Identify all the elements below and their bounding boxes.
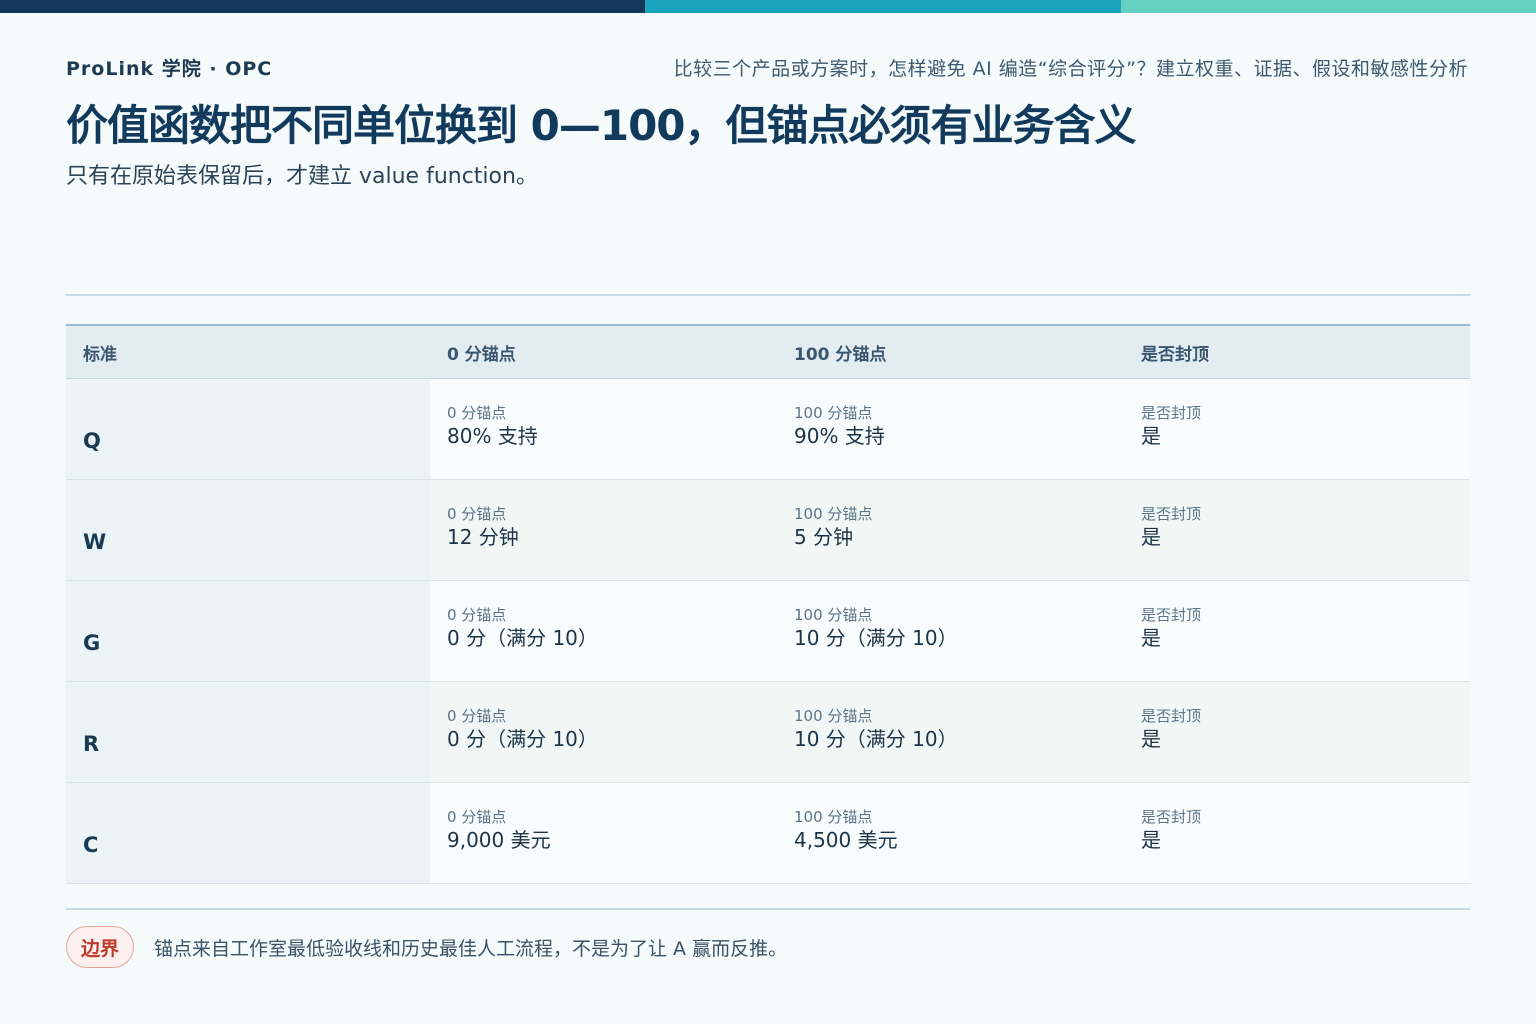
- row-cap-cell: 是否封顶 是: [1124, 682, 1470, 782]
- boundary-note: 边界 锚点来自工作室最低验收线和历史最佳人工流程，不是为了让 A 赢而反推。: [66, 926, 787, 968]
- cell-value: 10 分（满分 10）: [794, 626, 958, 650]
- cell-label: 100 分锚点: [794, 404, 873, 422]
- table-row: R 0 分锚点 0 分（满分 10） 100 分锚点 10 分（满分 10） 是…: [66, 682, 1470, 783]
- row-cap-cell: 是否封顶 是: [1124, 581, 1470, 681]
- anchor-table: 标准 0 分锚点 100 分锚点 是否封顶 Q 0 分锚点 80% 支持 100…: [66, 324, 1470, 884]
- cell-label: 0 分锚点: [447, 707, 507, 725]
- cell-label: 0 分锚点: [447, 808, 507, 826]
- cell-label: 0 分锚点: [447, 606, 507, 624]
- page-subtitle: 只有在原始表保留后，才建立 value function。: [66, 164, 538, 189]
- header-zero-anchor: 0 分锚点: [447, 344, 516, 365]
- row-criterion-key: Q: [66, 379, 430, 479]
- cell-value: 9,000 美元: [447, 828, 551, 852]
- header-hundred-anchor: 100 分锚点: [794, 344, 887, 365]
- table-row: Q 0 分锚点 80% 支持 100 分锚点 90% 支持 是否封顶 是: [66, 379, 1470, 480]
- cell-value: 4,500 美元: [794, 828, 898, 852]
- row-cap-cell: 是否封顶 是: [1124, 379, 1470, 479]
- cell-value: 0 分（满分 10）: [447, 626, 598, 650]
- row-zero-cell: 0 分锚点 0 分（满分 10）: [430, 682, 777, 782]
- row-hundred-cell: 100 分锚点 90% 支持: [777, 379, 1124, 479]
- cell-value: 90% 支持: [794, 424, 885, 448]
- row-criterion-key: C: [66, 783, 430, 883]
- cell-label: 100 分锚点: [794, 707, 873, 725]
- cell-label: 是否封顶: [1141, 606, 1202, 624]
- row-criterion-key: W: [66, 480, 430, 580]
- cell-value: 80% 支持: [447, 424, 538, 448]
- header-capped: 是否封顶: [1141, 344, 1209, 365]
- row-hundred-cell: 100 分锚点 4,500 美元: [777, 783, 1124, 883]
- header-criterion: 标准: [83, 344, 117, 365]
- row-hundred-cell: 100 分锚点 10 分（满分 10）: [777, 581, 1124, 681]
- cell-value: 12 分钟: [447, 525, 519, 549]
- boundary-text: 锚点来自工作室最低验收线和历史最佳人工流程，不是为了让 A 赢而反推。: [154, 937, 788, 960]
- cell-label: 0 分锚点: [447, 505, 507, 523]
- cell-value: 是: [1141, 727, 1161, 751]
- boundary-badge: 边界: [66, 926, 134, 968]
- row-cap-cell: 是否封顶 是: [1124, 480, 1470, 580]
- table-row: G 0 分锚点 0 分（满分 10） 100 分锚点 10 分（满分 10） 是…: [66, 581, 1470, 682]
- top-bar-segment-light: [1121, 0, 1536, 13]
- cell-value: 0 分（满分 10）: [447, 727, 598, 751]
- divider-bottom: [66, 908, 1470, 910]
- brand-label: ProLink 学院 · OPC: [66, 58, 273, 80]
- table-row: C 0 分锚点 9,000 美元 100 分锚点 4,500 美元 是否封顶 是: [66, 783, 1470, 884]
- cell-value: 是: [1141, 828, 1161, 852]
- cell-label: 100 分锚点: [794, 505, 873, 523]
- cell-value: 是: [1141, 424, 1161, 448]
- top-color-bar: [0, 0, 1536, 13]
- page-title: 价值函数把不同单位换到 0—100，但锚点必须有业务含义: [66, 101, 1137, 150]
- topic-label: 比较三个产品或方案时，怎样避免 AI 编造“综合评分”？建立权重、证据、假设和敏…: [673, 58, 1468, 80]
- row-zero-cell: 0 分锚点 12 分钟: [430, 480, 777, 580]
- row-hundred-cell: 100 分锚点 5 分钟: [777, 480, 1124, 580]
- row-zero-cell: 0 分锚点 9,000 美元: [430, 783, 777, 883]
- cell-label: 0 分锚点: [447, 404, 507, 422]
- cell-value: 10 分（满分 10）: [794, 727, 958, 751]
- row-zero-cell: 0 分锚点 0 分（满分 10）: [430, 581, 777, 681]
- table-row: W 0 分锚点 12 分钟 100 分锚点 5 分钟 是否封顶 是: [66, 480, 1470, 581]
- row-cap-cell: 是否封顶 是: [1124, 783, 1470, 883]
- row-hundred-cell: 100 分锚点 10 分（满分 10）: [777, 682, 1124, 782]
- cell-label: 是否封顶: [1141, 808, 1202, 826]
- row-zero-cell: 0 分锚点 80% 支持: [430, 379, 777, 479]
- cell-label: 是否封顶: [1141, 505, 1202, 523]
- cell-value: 是: [1141, 626, 1161, 650]
- row-criterion-key: G: [66, 581, 430, 681]
- cell-value: 5 分钟: [794, 525, 854, 549]
- cell-label: 是否封顶: [1141, 404, 1202, 422]
- table-header-row: 标准 0 分锚点 100 分锚点 是否封顶: [66, 326, 1470, 379]
- top-bar-segment-dark: [0, 0, 645, 13]
- cell-label: 100 分锚点: [794, 808, 873, 826]
- cell-value: 是: [1141, 525, 1161, 549]
- top-bar-segment-mid: [645, 0, 1121, 13]
- divider-top: [66, 294, 1470, 296]
- row-criterion-key: R: [66, 682, 430, 782]
- cell-label: 是否封顶: [1141, 707, 1202, 725]
- cell-label: 100 分锚点: [794, 606, 873, 624]
